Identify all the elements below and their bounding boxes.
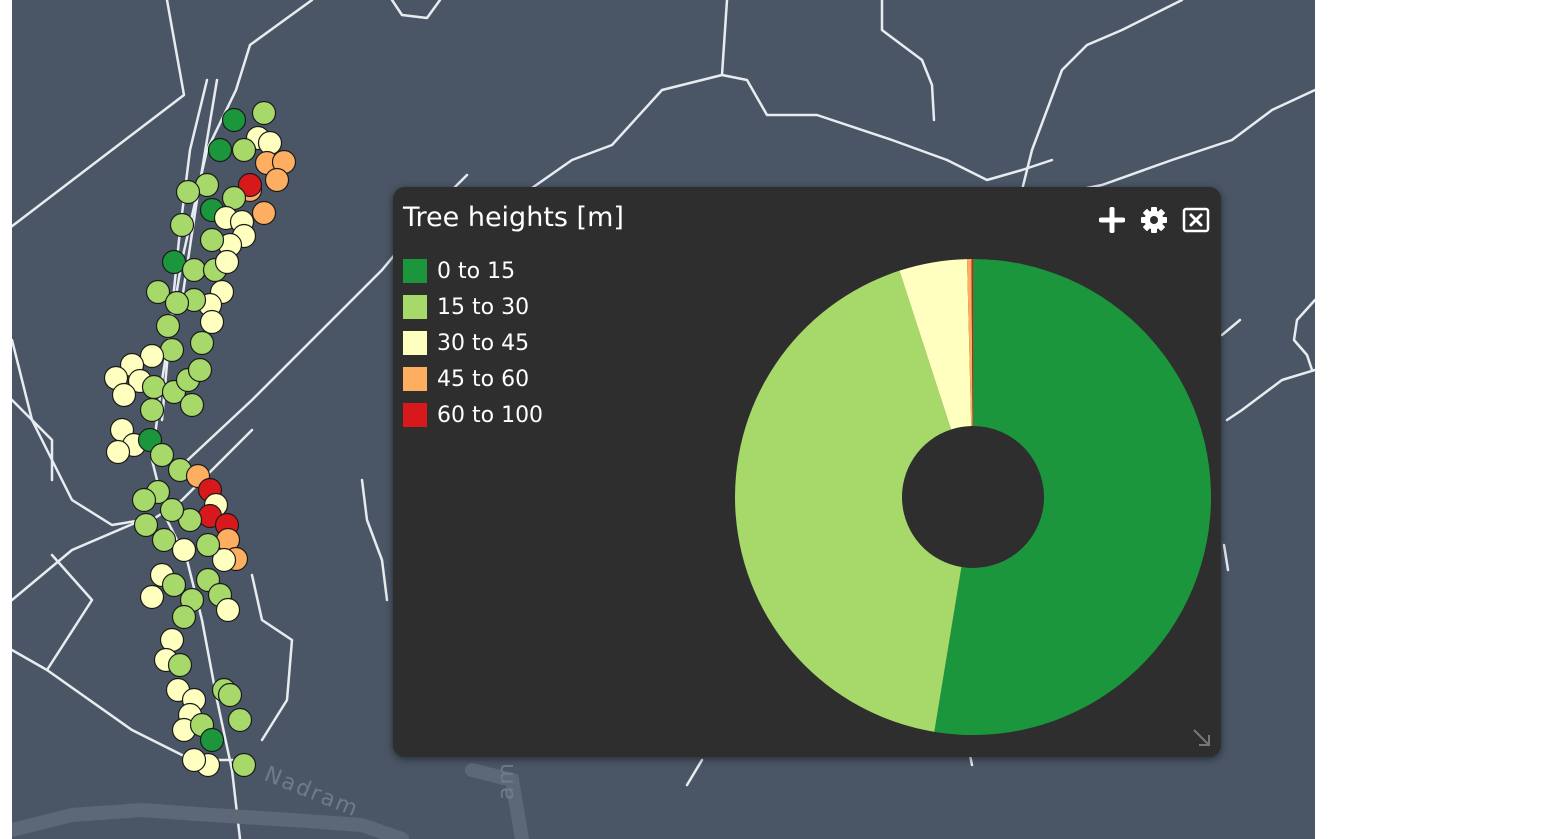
tree-point[interactable] — [171, 537, 197, 563]
tree-point[interactable] — [164, 290, 190, 316]
tree-point[interactable] — [161, 572, 187, 598]
tree-point[interactable] — [199, 309, 225, 335]
tree-point[interactable] — [141, 374, 167, 400]
tree-point[interactable] — [139, 397, 165, 423]
tree-point[interactable] — [179, 392, 205, 418]
tree-point[interactable] — [167, 652, 193, 678]
tree-point[interactable] — [111, 382, 137, 408]
tree-point[interactable] — [217, 682, 243, 708]
tree-point[interactable] — [155, 313, 181, 339]
donut-chart[interactable] — [393, 187, 1221, 757]
tree-point[interactable] — [207, 137, 233, 163]
tree-point[interactable] — [133, 512, 159, 538]
tree-point[interactable] — [231, 752, 257, 778]
tree-point[interactable] — [159, 337, 185, 363]
tree-point[interactable] — [139, 584, 165, 610]
tree-point[interactable] — [214, 249, 240, 275]
tree-point[interactable] — [181, 747, 207, 773]
street-label-am: am — [494, 761, 519, 800]
tree-point[interactable] — [257, 130, 283, 156]
tree-point[interactable] — [195, 532, 221, 558]
tree-point[interactable] — [251, 100, 277, 126]
tree-point[interactable] — [187, 357, 213, 383]
tree-point[interactable] — [169, 212, 195, 238]
tree-point[interactable] — [227, 707, 253, 733]
tree-point[interactable] — [251, 200, 277, 226]
tree-point[interactable] — [131, 487, 157, 513]
tree-point[interactable] — [231, 137, 257, 163]
tree-point[interactable] — [171, 604, 197, 630]
tree-points-layer — [103, 100, 297, 778]
tree-point[interactable] — [181, 257, 207, 283]
tree-point[interactable] — [105, 439, 131, 465]
tree-point[interactable] — [175, 179, 201, 205]
tree-point[interactable] — [149, 442, 175, 468]
tree-point[interactable] — [199, 727, 225, 753]
tree-point[interactable] — [215, 597, 241, 623]
tree-point[interactable] — [264, 167, 290, 193]
tree-point[interactable] — [189, 330, 215, 356]
tree-point[interactable] — [221, 107, 247, 133]
tree-point[interactable] — [151, 527, 177, 553]
tree-point[interactable] — [159, 627, 185, 653]
resize-handle-icon[interactable] — [1191, 727, 1213, 749]
pie-slice-0-to-15[interactable] — [934, 259, 1211, 735]
chart-panel[interactable]: Tree heights [m] 0 to 15 15 to 30 30 to … — [393, 187, 1221, 757]
tree-point[interactable] — [199, 227, 225, 253]
